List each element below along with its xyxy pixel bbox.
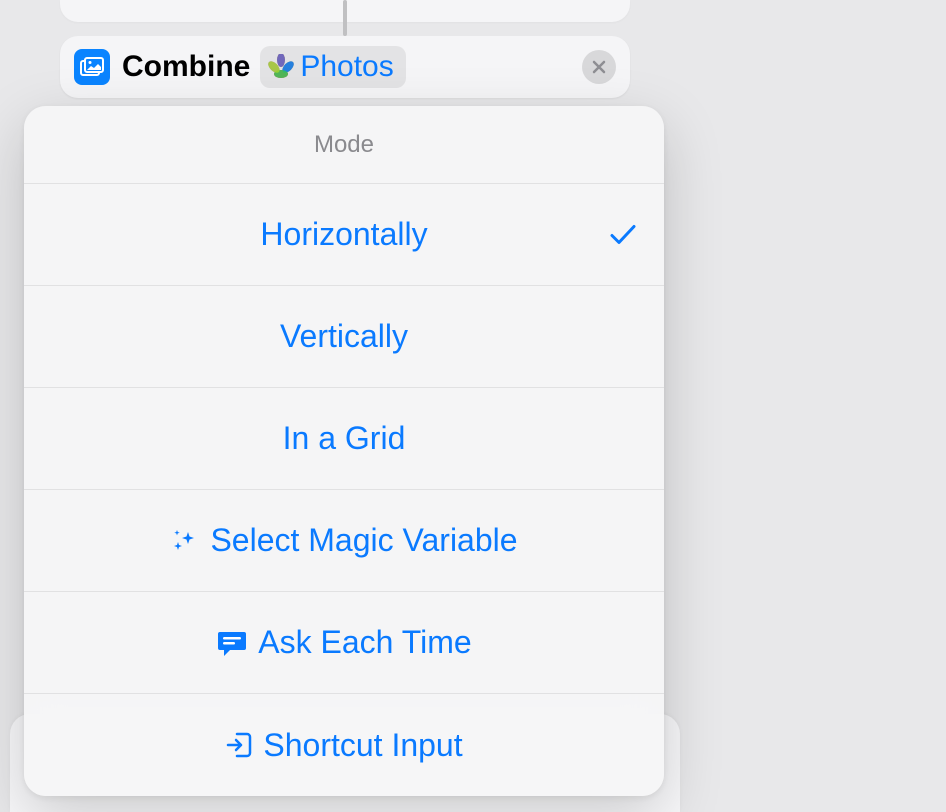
menu-item-ask-each-time[interactable]: Ask Each Time	[24, 592, 664, 694]
checkmark-icon	[610, 216, 636, 253]
action-title: Combine	[122, 50, 250, 84]
input-icon	[225, 730, 253, 760]
menu-item-label: Shortcut Input	[263, 727, 462, 764]
workflow-connector	[343, 0, 347, 36]
photos-param-label: Photos	[300, 50, 393, 84]
menu-header: Mode	[24, 106, 664, 184]
menu-item-in-a-grid[interactable]: In a Grid	[24, 388, 664, 490]
menu-item-select-magic-variable[interactable]: Select Magic Variable	[24, 490, 664, 592]
photos-app-icon	[268, 54, 294, 80]
menu-item-label: In a Grid	[283, 420, 406, 457]
images-icon	[74, 49, 110, 85]
combine-action-card[interactable]: Combine Photos	[60, 36, 630, 98]
mode-menu-popover: Mode Horizontally Vertically In a Grid	[24, 106, 664, 796]
menu-item-label: Select Magic Variable	[210, 522, 517, 559]
menu-item-label: Vertically	[280, 318, 408, 355]
menu-item-label: Ask Each Time	[258, 624, 471, 661]
menu-item-horizontally[interactable]: Horizontally	[24, 184, 664, 286]
menu-item-label: Horizontally	[260, 216, 427, 253]
photos-param-pill[interactable]: Photos	[260, 46, 405, 88]
menu-item-vertically[interactable]: Vertically	[24, 286, 664, 388]
message-icon	[216, 628, 248, 658]
close-button[interactable]	[582, 50, 616, 84]
sparkles-icon	[170, 526, 200, 556]
menu-item-shortcut-input[interactable]: Shortcut Input	[24, 694, 664, 796]
